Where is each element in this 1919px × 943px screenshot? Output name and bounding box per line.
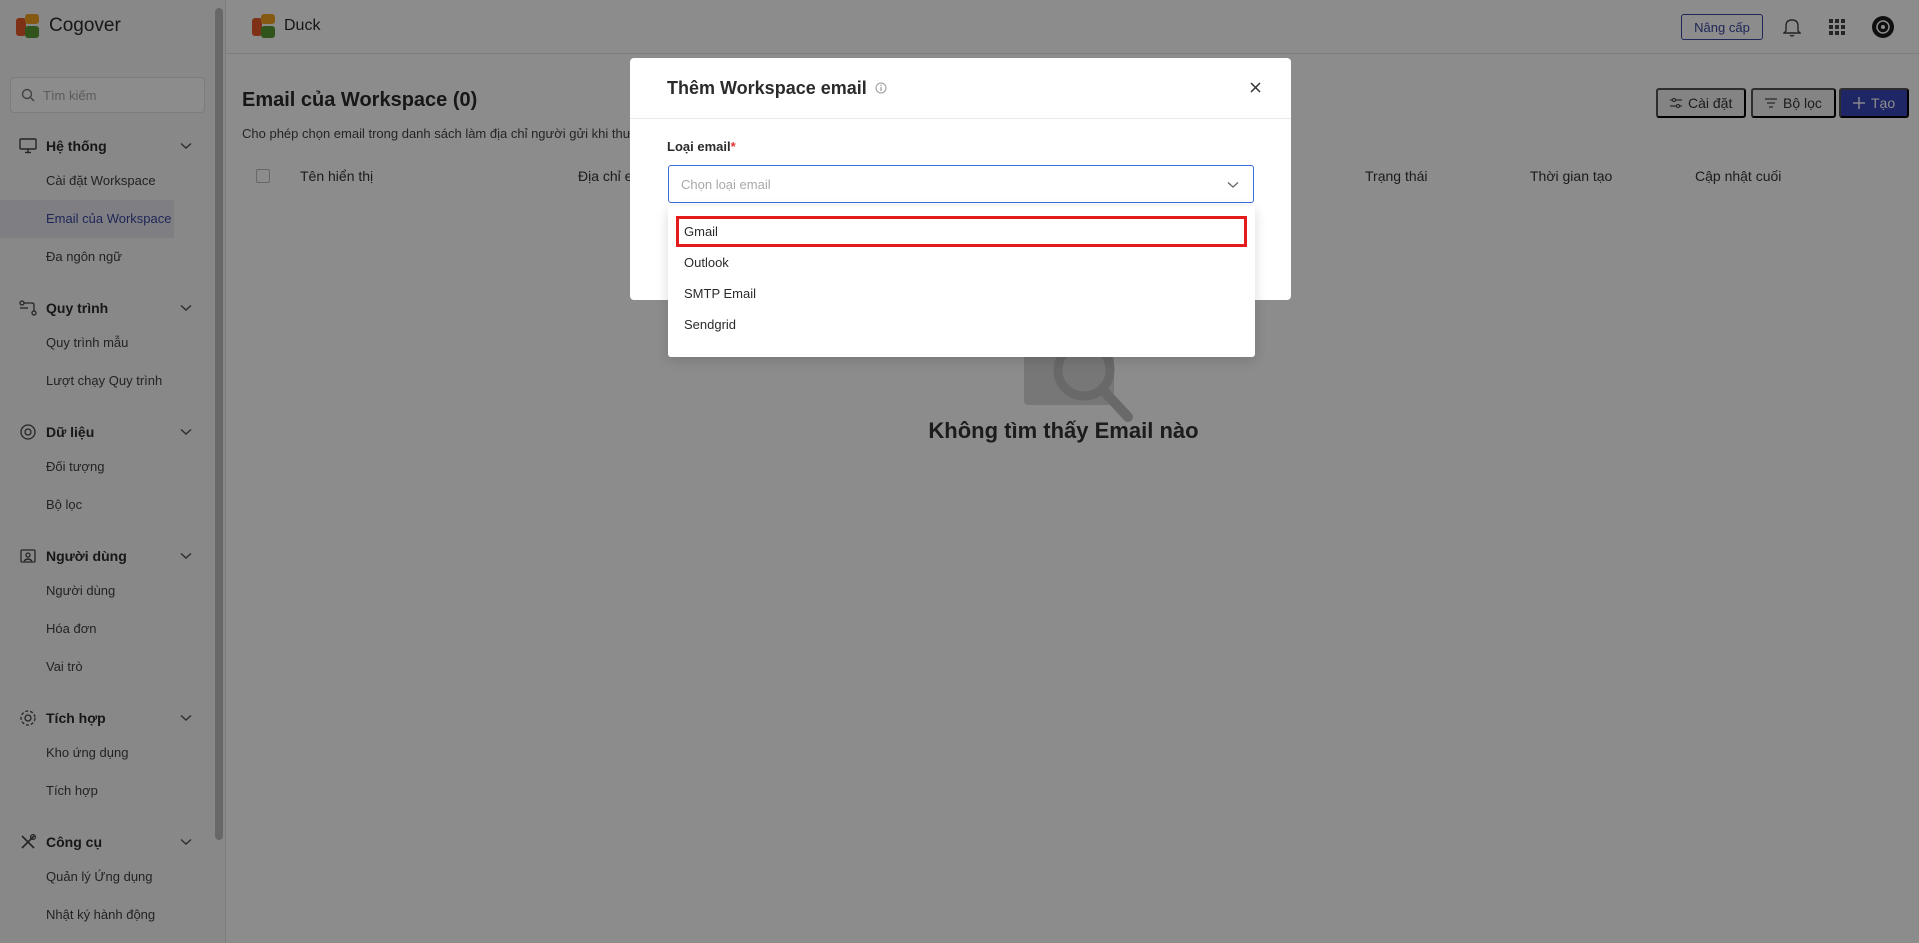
required-marker: * bbox=[730, 139, 736, 154]
email-type-dropdown: Gmail Outlook SMTP Email Sendgrid bbox=[668, 206, 1255, 357]
option-gmail[interactable]: Gmail bbox=[676, 216, 1247, 247]
email-type-select[interactable]: Chọn loại email bbox=[668, 165, 1254, 203]
option-smtp-email[interactable]: SMTP Email bbox=[668, 278, 1255, 309]
option-outlook[interactable]: Outlook bbox=[668, 247, 1255, 278]
select-placeholder: Chọn loại email bbox=[681, 176, 771, 192]
info-icon[interactable] bbox=[875, 82, 888, 95]
close-icon[interactable] bbox=[1245, 77, 1265, 97]
option-sendgrid[interactable]: Sendgrid bbox=[668, 309, 1255, 340]
chevron-down-icon bbox=[1227, 179, 1239, 191]
modal-header: Thêm Workspace email bbox=[630, 58, 1291, 119]
email-type-label: Loại email* bbox=[667, 139, 736, 154]
modal-title: Thêm Workspace email bbox=[667, 77, 867, 98]
email-type-label-text: Loại email bbox=[667, 139, 731, 154]
